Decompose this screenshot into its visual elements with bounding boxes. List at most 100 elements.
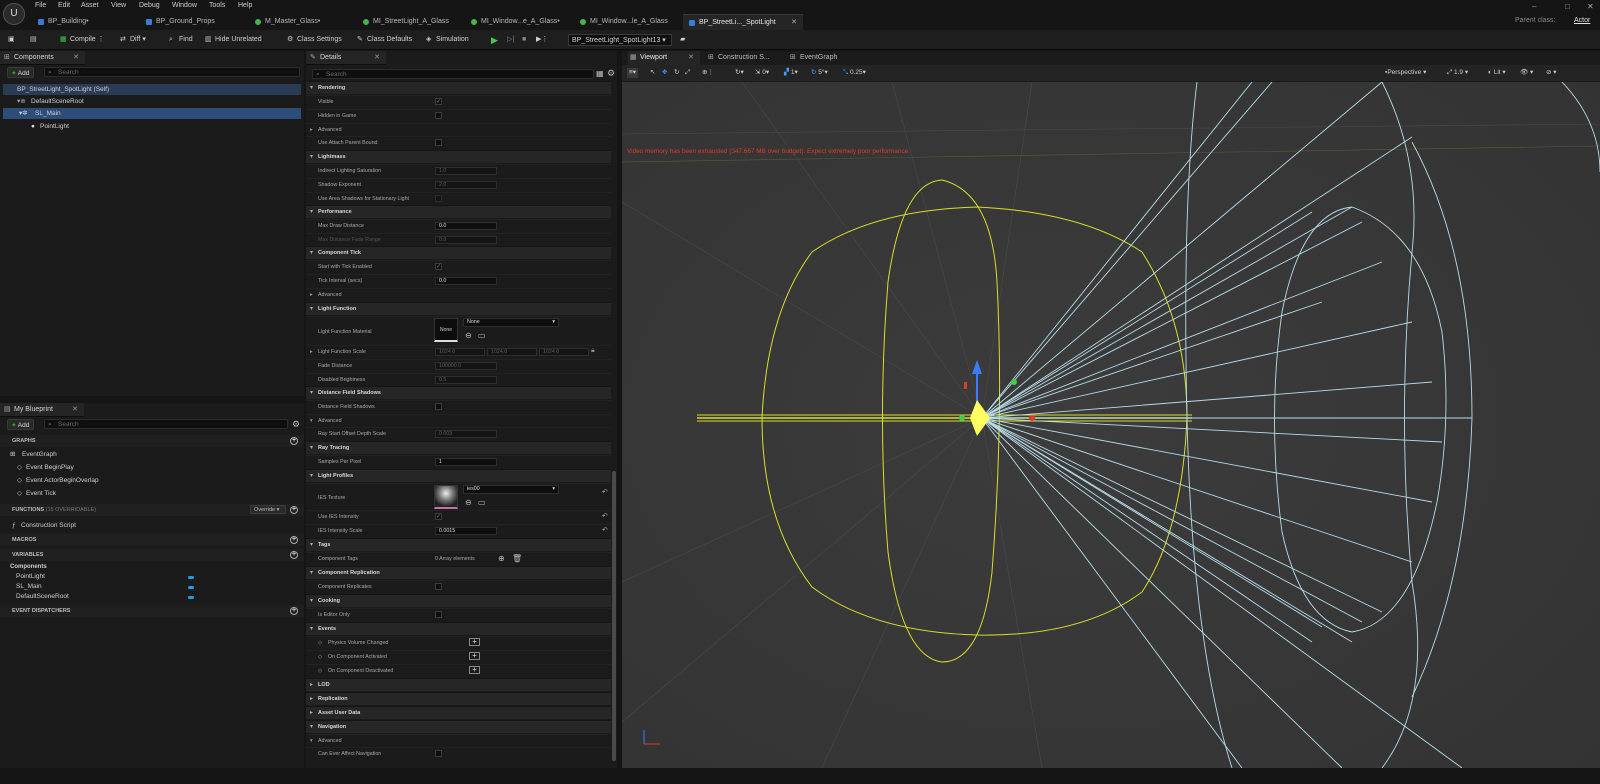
indirect-lighting-saturation-input[interactable]: 1.0 (435, 167, 497, 175)
menu-edit[interactable]: Edit (58, 2, 70, 12)
simulation-button[interactable]: ◈ Simulation (426, 34, 469, 46)
class-settings-button[interactable]: ⚙ Class Settings (287, 34, 342, 46)
browse-icon[interactable]: ▤ (30, 34, 37, 46)
variable-defaultsceneroot[interactable]: DefaultSceneRoot (16, 592, 69, 602)
component-search-input[interactable]: ⌕ Search (44, 67, 300, 77)
variable-sl-main[interactable]: SL_Main (16, 582, 42, 592)
tab-bp-ground-props[interactable]: BP_Ground_Props (140, 14, 245, 30)
gear-icon[interactable]: ⚙ (607, 68, 615, 79)
view-mode-dropdown[interactable]: ◐ Lit ▾ (1488, 68, 1506, 78)
add-graph-icon[interactable]: + (290, 437, 298, 445)
scale-snap-button[interactable]: ⤡ 0.25▾ (843, 68, 866, 78)
category-navigation[interactable]: Navigation (306, 720, 611, 734)
menu-tools[interactable]: Tools (209, 2, 225, 12)
light-function-scale-y[interactable]: 1024.0 (487, 348, 537, 356)
step-icon[interactable]: ▷| (507, 34, 514, 46)
tab-construction-script[interactable]: ⊞ Construction S... (706, 51, 786, 65)
category-light-function[interactable]: Light Function (306, 302, 611, 316)
minimize-button[interactable]: – (1532, 2, 1536, 11)
menu-help[interactable]: Help (238, 2, 252, 12)
reset-to-default-icon[interactable]: ↶ (602, 526, 608, 534)
light-function-thumbnail[interactable]: None (434, 318, 458, 342)
compile-button[interactable]: ▦ Compile ⋮ (60, 34, 105, 46)
add-element-icon[interactable]: ⊕ (498, 554, 505, 563)
graphs-section[interactable]: GRAPHS + (0, 435, 304, 447)
close-tab-icon[interactable]: ✕ (791, 15, 797, 30)
rendering-advanced[interactable]: ▸ Advanced (306, 123, 611, 136)
debug-browse-icon[interactable]: ▰ (680, 34, 685, 46)
unreal-logo-icon[interactable]: U (3, 3, 25, 25)
class-defaults-button[interactable]: ✎ Class Defaults (357, 34, 412, 46)
translate-tool-icon[interactable]: ✥ (662, 68, 667, 78)
parent-class-link[interactable]: Actor (1574, 17, 1590, 24)
menu-asset[interactable]: Asset (81, 2, 99, 12)
category-performance[interactable]: Performance (306, 205, 611, 219)
lock-icon[interactable]: 🔒︎ (591, 347, 595, 355)
category-light-profiles[interactable]: Light Profiles (306, 469, 611, 483)
tree-item-self[interactable]: BP_StreetLight_SpotLight (Self) (3, 84, 301, 95)
save-icon[interactable]: ▣ (8, 34, 15, 46)
scale-tool-icon[interactable]: ⤢ (685, 68, 690, 78)
browse-folder-icon[interactable]: ▭ (478, 331, 486, 340)
macros-section[interactable]: MACROS + (0, 534, 304, 546)
reset-to-default-icon[interactable]: ↶ (602, 488, 608, 496)
add-dispatcher-icon[interactable]: + (290, 607, 298, 615)
details-scrollbar[interactable] (612, 471, 616, 761)
tree-item-default-scene-root[interactable]: ▾⊕ DefaultSceneRoot (3, 96, 301, 107)
my-blueprint-tab[interactable]: ▤ My Blueprint ✕ (0, 403, 84, 417)
tab-mi-window-glass-2[interactable]: MI_Window...le_A_Glass (574, 14, 679, 30)
start-with-tick-checkbox[interactable]: ✓ (435, 263, 442, 270)
viewport-settings-icon[interactable]: ⊘ ▾ (1546, 68, 1557, 78)
add-physics-volume-event-button[interactable]: + (469, 638, 480, 646)
add-activated-event-button[interactable]: + (469, 652, 480, 660)
category-ray-tracing[interactable]: Ray Tracing (306, 441, 611, 455)
details-search-input[interactable]: ⌕ Search (312, 69, 594, 79)
component-tick-advanced[interactable]: ▸ Advanced (306, 288, 611, 301)
add-function-icon[interactable]: + (290, 506, 298, 514)
property-matrix-icon[interactable]: ▦ (596, 69, 604, 78)
diff-button[interactable]: ⇄ Diff ▾ (120, 34, 146, 46)
variable-pointlight[interactable]: PointLight (16, 572, 45, 582)
distance-field-shadows-checkbox[interactable] (435, 403, 442, 410)
add-deactivated-event-button[interactable]: + (469, 666, 480, 674)
components-category[interactable]: Components (10, 562, 47, 572)
close-icon[interactable]: ✕ (73, 51, 79, 65)
category-events[interactable]: Events (306, 622, 611, 636)
browse-folder-icon[interactable]: ▭ (478, 498, 486, 507)
light-function-dropdown[interactable]: None ▾ (463, 318, 559, 327)
viewport-scene[interactable] (622, 82, 1600, 768)
surface-snap-icon[interactable]: ↻▾ (735, 68, 744, 78)
add-member-button[interactable]: + Add (7, 419, 35, 430)
tab-mi-streetlight-glass[interactable]: MI_StreetLight_A_Glass (357, 14, 462, 30)
find-button[interactable]: ⌕ Find (169, 34, 193, 46)
rotation-snap-button[interactable]: ⇲ 0▾ (755, 68, 769, 78)
play-options-icon[interactable]: ▶⋮ (536, 34, 548, 46)
category-lightmass[interactable]: Lightmass (306, 150, 611, 164)
coordinate-space-icon[interactable]: ⊕⋮ (702, 68, 714, 78)
tab-m-master-glass[interactable]: M_Master_Glass• (249, 14, 354, 30)
disabled-brightness-input[interactable]: 0.5 (435, 376, 497, 384)
max-distance-fade-range-input[interactable]: 0.0 (435, 236, 497, 244)
debug-object-select[interactable]: BP_StreetLight_SpotLight13 ▾ (568, 34, 672, 46)
viewport-options-icon[interactable]: ≡▾ (627, 68, 639, 78)
stop-icon[interactable]: ■ (522, 34, 526, 46)
event-dispatchers-section[interactable]: EVENT DISPATCHERS + (0, 605, 304, 617)
menu-file[interactable]: File (35, 2, 46, 12)
blueprint-search-input[interactable]: ⌕ Search (44, 419, 288, 429)
tab-bp-building[interactable]: BP_Building• (32, 14, 137, 30)
close-window-button[interactable]: ✕ (1587, 2, 1594, 11)
play-icon[interactable]: ▶ (491, 34, 498, 46)
hidden-in-game-checkbox[interactable] (435, 112, 442, 119)
add-component-button[interactable]: + Add (7, 67, 35, 78)
tree-item-sl-main[interactable]: ▾✲ SL_Main (3, 108, 301, 119)
visible-checkbox[interactable]: ✓ (435, 98, 442, 105)
perspective-dropdown[interactable]: ▪Perspective ▾ (1385, 68, 1426, 78)
tab-bp-streetlight-spotlight[interactable]: BP_StreetLi..._SpotLight ✕ (683, 14, 803, 30)
details-tab[interactable]: ✎ Details ✕ (306, 51, 386, 65)
override-dropdown[interactable]: Override ▾ (250, 505, 286, 514)
add-macro-icon[interactable]: + (290, 536, 298, 544)
category-rendering[interactable]: Rendering (306, 81, 611, 95)
gear-icon[interactable]: ⚙ (292, 419, 300, 430)
functions-section[interactable]: FUNCTIONS (15 OVERRIDABLE) Override ▾ + (0, 504, 304, 516)
dfs-advanced[interactable]: ▾ Advanced (306, 414, 611, 427)
